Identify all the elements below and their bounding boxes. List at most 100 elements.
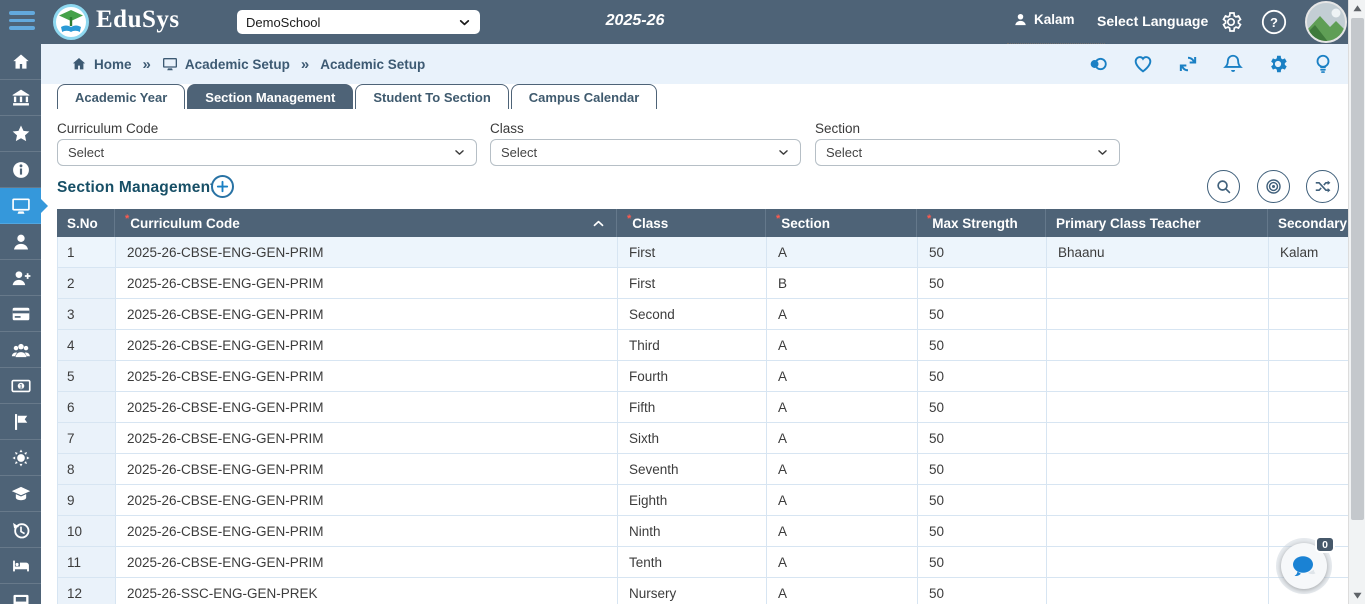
student-icon xyxy=(11,232,31,252)
bell-icon[interactable] xyxy=(1222,53,1244,75)
required-marker: * xyxy=(627,213,632,225)
table-row-9[interactable]: 9 2025-26-CBSE-ENG-GEN-PRIM Eighth A 50 xyxy=(57,485,1348,516)
user-menu[interactable]: Kalam xyxy=(1013,12,1075,27)
add-section-button[interactable] xyxy=(211,175,234,198)
breadcrumb-item-academic-setup-1[interactable]: Academic Setup xyxy=(162,56,290,72)
table-row-6[interactable]: 6 2025-26-CBSE-ENG-GEN-PRIM Fifth A 50 xyxy=(57,392,1348,423)
sidebar-item-staff-group[interactable] xyxy=(0,332,41,368)
scrollbar-thumb[interactable] xyxy=(1351,18,1364,520)
sidebar-item-hostel[interactable] xyxy=(0,548,41,584)
avatar[interactable] xyxy=(1305,1,1347,43)
cell-curriculum-code: 2025-26-CBSE-ENG-GEN-PRIM xyxy=(116,330,618,360)
sidebar-item-student[interactable] xyxy=(0,224,41,260)
sidebar-item-flag[interactable] xyxy=(0,404,41,440)
cell-curriculum-code: 2025-26-CBSE-ENG-GEN-PRIM xyxy=(116,547,618,577)
breadcrumb-label: Home xyxy=(94,56,132,72)
breadcrumb-item-home-0[interactable]: Home xyxy=(71,56,132,72)
cell-primary-class-teacher xyxy=(1047,454,1269,484)
header-settings-icon[interactable] xyxy=(1219,10,1243,34)
cell-max-strength: 50 xyxy=(918,454,1047,484)
sidebar-item-info[interactable] xyxy=(0,152,41,188)
cell-s-no: 7 xyxy=(58,423,116,453)
tab-bar: Academic Year Section Management Student T… xyxy=(57,84,658,109)
cell-curriculum-code: 2025-26-CBSE-ENG-GEN-PRIM xyxy=(116,237,618,267)
cell-primary-class-teacher xyxy=(1047,516,1269,546)
tab-student-to-section[interactable]: Student To Section xyxy=(355,84,509,109)
scroll-down-arrow[interactable] xyxy=(1349,587,1365,604)
breadcrumb: Home » Academic Setup » Academic Setup xyxy=(71,56,425,73)
table-row-12[interactable]: 12 2025-26-SSC-ENG-GEN-PREK Nursery A 50 xyxy=(57,578,1348,604)
table-row-7[interactable]: 7 2025-26-CBSE-ENG-GEN-PRIM Sixth A 50 xyxy=(57,423,1348,454)
column-header-section[interactable]: * Section xyxy=(766,209,917,237)
gear-icon[interactable] xyxy=(1267,53,1289,75)
section-select[interactable]: Select xyxy=(815,139,1120,166)
table-row-4[interactable]: 4 2025-26-CBSE-ENG-GEN-PRIM Third A 50 xyxy=(57,330,1348,361)
sidebar-item-academics[interactable] xyxy=(0,188,48,224)
cell-section: A xyxy=(767,330,918,360)
refresh-icon[interactable] xyxy=(1177,53,1199,75)
info-icon xyxy=(11,160,31,180)
cell-class: Nursery xyxy=(618,578,767,604)
tab-campus-calendar[interactable]: Campus Calendar xyxy=(510,84,658,109)
hamburger-menu-icon[interactable] xyxy=(9,11,35,34)
user-name: Kalam xyxy=(1034,12,1075,27)
sidebar-item-history[interactable] xyxy=(0,512,41,548)
cell-class: Third xyxy=(618,330,767,360)
table-row-10[interactable]: 10 2025-26-CBSE-ENG-GEN-PRIM Ninth A 50 xyxy=(57,516,1348,547)
class-label: Class xyxy=(490,121,524,136)
class-select[interactable]: Select xyxy=(490,139,801,166)
sidebar-item-settings-sun[interactable] xyxy=(0,440,41,476)
curriculum-code-label: Curriculum Code xyxy=(57,121,159,136)
cell-curriculum-code: 2025-26-CBSE-ENG-GEN-PRIM xyxy=(116,392,618,422)
column-header-primary-class-teacher[interactable]: Primary Class Teacher xyxy=(1046,209,1268,237)
column-header-class[interactable]: * Class xyxy=(617,209,766,237)
bulb-icon[interactable] xyxy=(1312,53,1334,75)
school-select[interactable]: DemoSchool xyxy=(237,10,480,34)
sidebar-item-transport[interactable] xyxy=(0,584,41,604)
cell-primary-class-teacher xyxy=(1047,330,1269,360)
brand-title: EduSys xyxy=(96,6,180,33)
cell-curriculum-code: 2025-26-CBSE-ENG-GEN-PRIM xyxy=(116,454,618,484)
tab-section-management[interactable]: Section Management xyxy=(187,84,354,109)
breadcrumb-item-academic-setup-2[interactable]: Academic Setup xyxy=(320,57,425,72)
cell-primary-class-teacher: Bhaanu xyxy=(1047,237,1269,267)
sidebar-item-institution[interactable] xyxy=(0,80,41,116)
cell-s-no: 6 xyxy=(58,392,116,422)
tab-academic-year[interactable]: Academic Year xyxy=(57,84,186,109)
sidebar-item-admission[interactable] xyxy=(0,260,41,296)
table-row-3[interactable]: 3 2025-26-CBSE-ENG-GEN-PRIM Second A 50 xyxy=(57,299,1348,330)
sidebar-item-home[interactable] xyxy=(0,44,41,80)
column-header-curriculum-code[interactable]: * Curriculum Code xyxy=(115,209,617,237)
chat-button[interactable]: 0 xyxy=(1276,536,1335,594)
cell-max-strength: 50 xyxy=(918,516,1047,546)
help-icon[interactable]: ? xyxy=(1261,9,1287,35)
table-row-5[interactable]: 5 2025-26-CBSE-ENG-GEN-PRIM Fourth A 50 xyxy=(57,361,1348,392)
cell-max-strength: 50 xyxy=(918,392,1047,422)
cell-secondary-class-teacher xyxy=(1269,330,1348,360)
column-header-secondary-class-teacher[interactable]: Secondary Class Teacher xyxy=(1268,209,1348,237)
sidebar-item-payroll[interactable]: 1 xyxy=(0,368,41,404)
column-header-s-no[interactable]: S.No xyxy=(57,209,115,237)
cell-max-strength: 50 xyxy=(918,330,1047,360)
cell-max-strength: 50 xyxy=(918,268,1047,298)
sidebar-item-graduation[interactable] xyxy=(0,476,41,512)
school-select-value: DemoSchool xyxy=(246,14,321,30)
table-row-1[interactable]: 1 2025-26-CBSE-ENG-GEN-PRIM First A 50 Bhaanu… xyxy=(57,237,1348,268)
sidebar-item-star[interactable] xyxy=(0,116,41,152)
table-row-11[interactable]: 11 2025-26-CBSE-ENG-GEN-PRIM Tenth A 50 xyxy=(57,547,1348,578)
settings-sun-icon xyxy=(11,448,31,468)
scroll-up-arrow[interactable] xyxy=(1349,0,1365,17)
table-row-8[interactable]: 8 2025-26-CBSE-ENG-GEN-PRIM Seventh A 50 xyxy=(57,454,1348,485)
select-language-button[interactable]: Select Language xyxy=(1097,13,1208,29)
shuffle-button[interactable] xyxy=(1306,170,1339,203)
toggle-icon[interactable] xyxy=(1087,53,1109,75)
academic-year-label: 2025-26 xyxy=(605,12,665,29)
search-button[interactable] xyxy=(1207,170,1240,203)
cell-secondary-class-teacher xyxy=(1269,361,1348,391)
table-row-2[interactable]: 2 2025-26-CBSE-ENG-GEN-PRIM First B 50 xyxy=(57,268,1348,299)
curriculum-code-select[interactable]: Select xyxy=(57,139,477,166)
column-header-max-strength[interactable]: * Max Strength xyxy=(917,209,1046,237)
sidebar-item-fees-card[interactable] xyxy=(0,296,41,332)
heart-icon[interactable] xyxy=(1132,53,1154,75)
bullseye-button[interactable] xyxy=(1256,170,1290,203)
